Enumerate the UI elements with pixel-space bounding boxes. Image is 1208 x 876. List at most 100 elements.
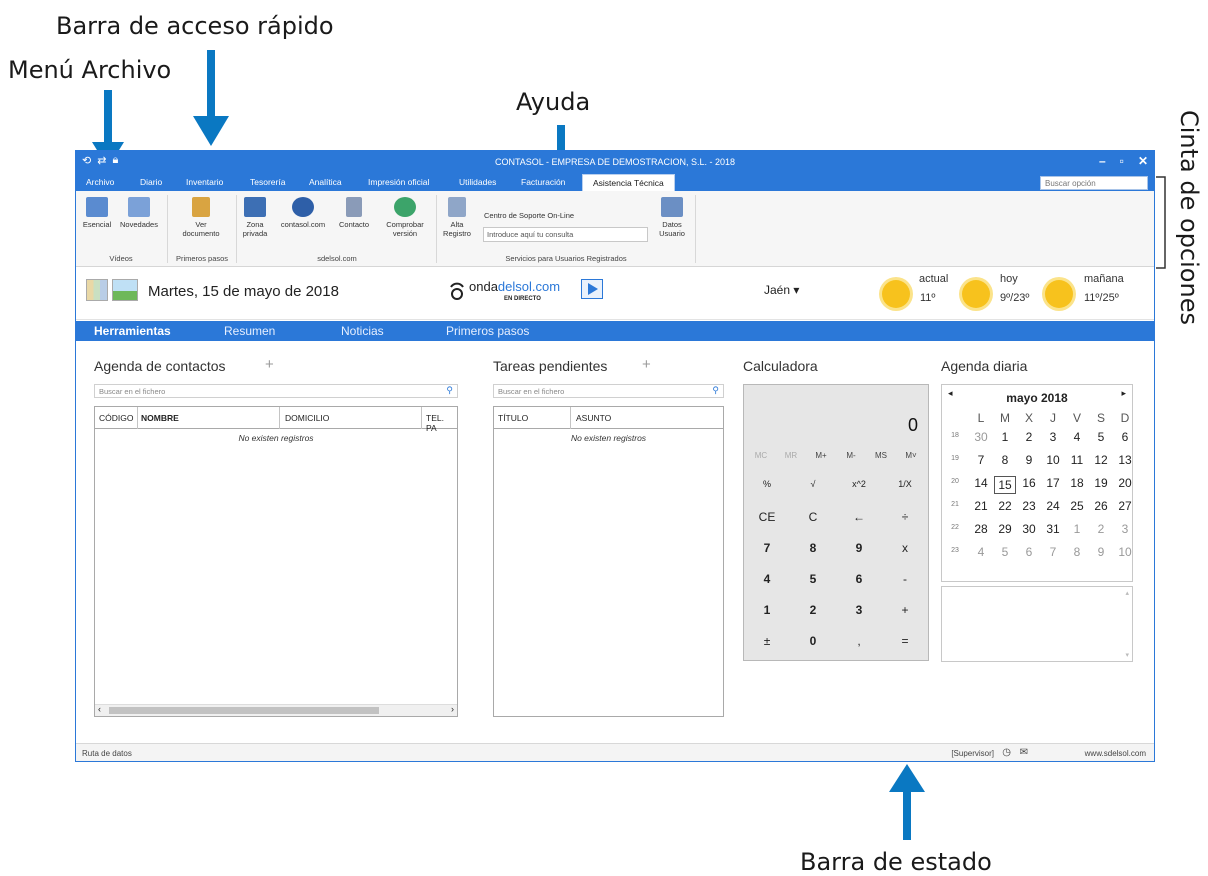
calendar-day[interactable]: 1: [994, 430, 1016, 444]
calendar-day[interactable]: 18: [1066, 476, 1088, 490]
calendar-day[interactable]: 1: [1066, 522, 1088, 536]
calendar-day[interactable]: 12: [1090, 453, 1112, 467]
nav-resumen[interactable]: Resumen: [224, 324, 275, 338]
calendar-day[interactable]: 5: [1090, 430, 1112, 444]
col-tel[interactable]: TEL. PA: [426, 413, 457, 433]
calendar-day[interactable]: 11: [1066, 453, 1088, 467]
contasol-com-button[interactable]: contasol.com: [274, 197, 332, 229]
calendar-day[interactable]: 30: [970, 430, 992, 444]
tab-diario[interactable]: Diario: [140, 177, 162, 187]
calendar-day[interactable]: 22: [994, 499, 1016, 513]
calc-key[interactable]: 8: [790, 541, 836, 555]
calc-key[interactable]: 1/X: [882, 479, 928, 489]
tab-archivo[interactable]: Archivo: [86, 177, 114, 187]
clock-icon[interactable]: ◷: [1002, 747, 1011, 758]
col-codigo[interactable]: CÓDIGO: [99, 413, 133, 423]
novedades-button[interactable]: Novedades: [116, 197, 162, 229]
calendar-day[interactable]: 2: [1018, 430, 1040, 444]
alta-registro-button[interactable]: Alta Registro: [440, 197, 474, 238]
minimize-button[interactable]: –: [1099, 154, 1106, 168]
search-icon[interactable]: ⚲: [712, 385, 719, 396]
comprobar-version-button[interactable]: Comprobar versión: [380, 197, 430, 238]
city-selector[interactable]: Jaén ▾: [764, 283, 799, 297]
mail-icon[interactable]: ✉: [1020, 747, 1028, 758]
calc-key[interactable]: 6: [836, 572, 882, 586]
horizontal-scrollbar[interactable]: ‹ ›: [95, 704, 457, 716]
calc-key[interactable]: ±: [744, 634, 790, 648]
play-button[interactable]: [581, 279, 603, 299]
memory-key[interactable]: M+: [806, 451, 836, 460]
tab-asistencia-tecnica[interactable]: Asistencia Técnica: [582, 174, 675, 191]
calendar-day[interactable]: 5: [994, 545, 1016, 559]
maximize-button[interactable]: ▫: [1120, 154, 1124, 168]
day-notes[interactable]: ▴ ▾: [941, 586, 1133, 662]
nav-primeros-pasos[interactable]: Primeros pasos: [446, 324, 529, 338]
calendar-day[interactable]: 21: [970, 499, 992, 513]
calendar-day[interactable]: 26: [1090, 499, 1112, 513]
scroll-up-icon[interactable]: ▴: [1125, 589, 1129, 597]
calc-key[interactable]: 5: [790, 572, 836, 586]
calendar-day[interactable]: 2: [1090, 522, 1112, 536]
calendar-day[interactable]: 27: [1114, 499, 1136, 513]
radio-logo[interactable]: ondadelsol.com: [469, 279, 560, 294]
calendar-day[interactable]: 4: [970, 545, 992, 559]
calc-key[interactable]: x^2: [836, 479, 882, 489]
esencial-button[interactable]: Esencial: [80, 197, 114, 229]
col-nombre[interactable]: NOMBRE: [141, 413, 179, 423]
datos-usuario-button[interactable]: Datos Usuario: [654, 197, 690, 238]
calc-key[interactable]: 4: [744, 572, 790, 586]
calendar-day[interactable]: 25: [1066, 499, 1088, 513]
tab-impresion-oficial[interactable]: Impresión oficial: [368, 177, 429, 187]
tab-analitica[interactable]: Analítica: [309, 177, 342, 187]
col-titulo[interactable]: TÍTULO: [498, 413, 528, 423]
calendar-day[interactable]: 3: [1114, 522, 1136, 536]
calc-key[interactable]: √: [790, 479, 836, 489]
calc-key[interactable]: 1: [744, 603, 790, 617]
calendar-day-selected[interactable]: 15: [994, 476, 1016, 494]
calendar-day[interactable]: 4: [1066, 430, 1088, 444]
tab-utilidades[interactable]: Utilidades: [459, 177, 496, 187]
calc-key[interactable]: ÷: [882, 510, 928, 524]
calendar-day[interactable]: 31: [1042, 522, 1064, 536]
calendar-day[interactable]: 6: [1114, 430, 1136, 444]
nav-noticias[interactable]: Noticias: [341, 324, 384, 338]
calendar-day[interactable]: 29: [994, 522, 1016, 536]
calc-key[interactable]: C: [790, 510, 836, 524]
calc-key[interactable]: ←: [836, 510, 882, 524]
zona-privada-button[interactable]: Zona privada: [240, 197, 270, 238]
calc-key[interactable]: 9: [836, 541, 882, 555]
search-icon[interactable]: ⚲: [446, 385, 453, 396]
calc-key[interactable]: 7: [744, 541, 790, 555]
calendar-day[interactable]: 8: [1066, 545, 1088, 559]
memory-key[interactable]: M-: [836, 451, 866, 460]
calc-key[interactable]: 3: [836, 603, 882, 617]
memory-key[interactable]: MR: [776, 451, 806, 460]
calendar-theme-icon[interactable]: [86, 279, 108, 301]
calendar-day[interactable]: 23: [1018, 499, 1040, 513]
memory-key[interactable]: MC: [746, 451, 776, 460]
scrollbar-thumb[interactable]: [109, 707, 379, 714]
calendar-day[interactable]: 7: [1042, 545, 1064, 559]
calc-key[interactable]: =: [882, 634, 928, 648]
scroll-down-icon[interactable]: ▾: [1125, 651, 1129, 659]
next-month-icon[interactable]: ▸: [1121, 388, 1126, 399]
tab-tesoreria[interactable]: Tesorería: [250, 177, 285, 187]
col-asunto[interactable]: ASUNTO: [576, 413, 611, 423]
calendar-day[interactable]: 7: [970, 453, 992, 467]
add-task-button[interactable]: +: [642, 356, 651, 373]
scroll-left-icon[interactable]: ‹: [98, 704, 101, 714]
add-contact-button[interactable]: +: [265, 356, 274, 373]
contacto-button[interactable]: Contacto: [334, 197, 374, 229]
calendar-day[interactable]: 10: [1114, 545, 1136, 559]
calendar-day[interactable]: 16: [1018, 476, 1040, 490]
calc-key[interactable]: 0: [790, 634, 836, 648]
close-button[interactable]: ✕: [1138, 154, 1148, 168]
calendar-day[interactable]: 8: [994, 453, 1016, 467]
contacts-search-input[interactable]: Buscar en el fichero ⚲: [94, 384, 458, 398]
tab-inventario[interactable]: Inventario: [186, 177, 223, 187]
calendar-day[interactable]: 13: [1114, 453, 1136, 467]
calc-key[interactable]: +: [882, 603, 928, 617]
ver-documento-button[interactable]: Ver documento: [172, 197, 230, 238]
calendar-day[interactable]: 30: [1018, 522, 1040, 536]
calc-key[interactable]: x: [882, 541, 928, 555]
